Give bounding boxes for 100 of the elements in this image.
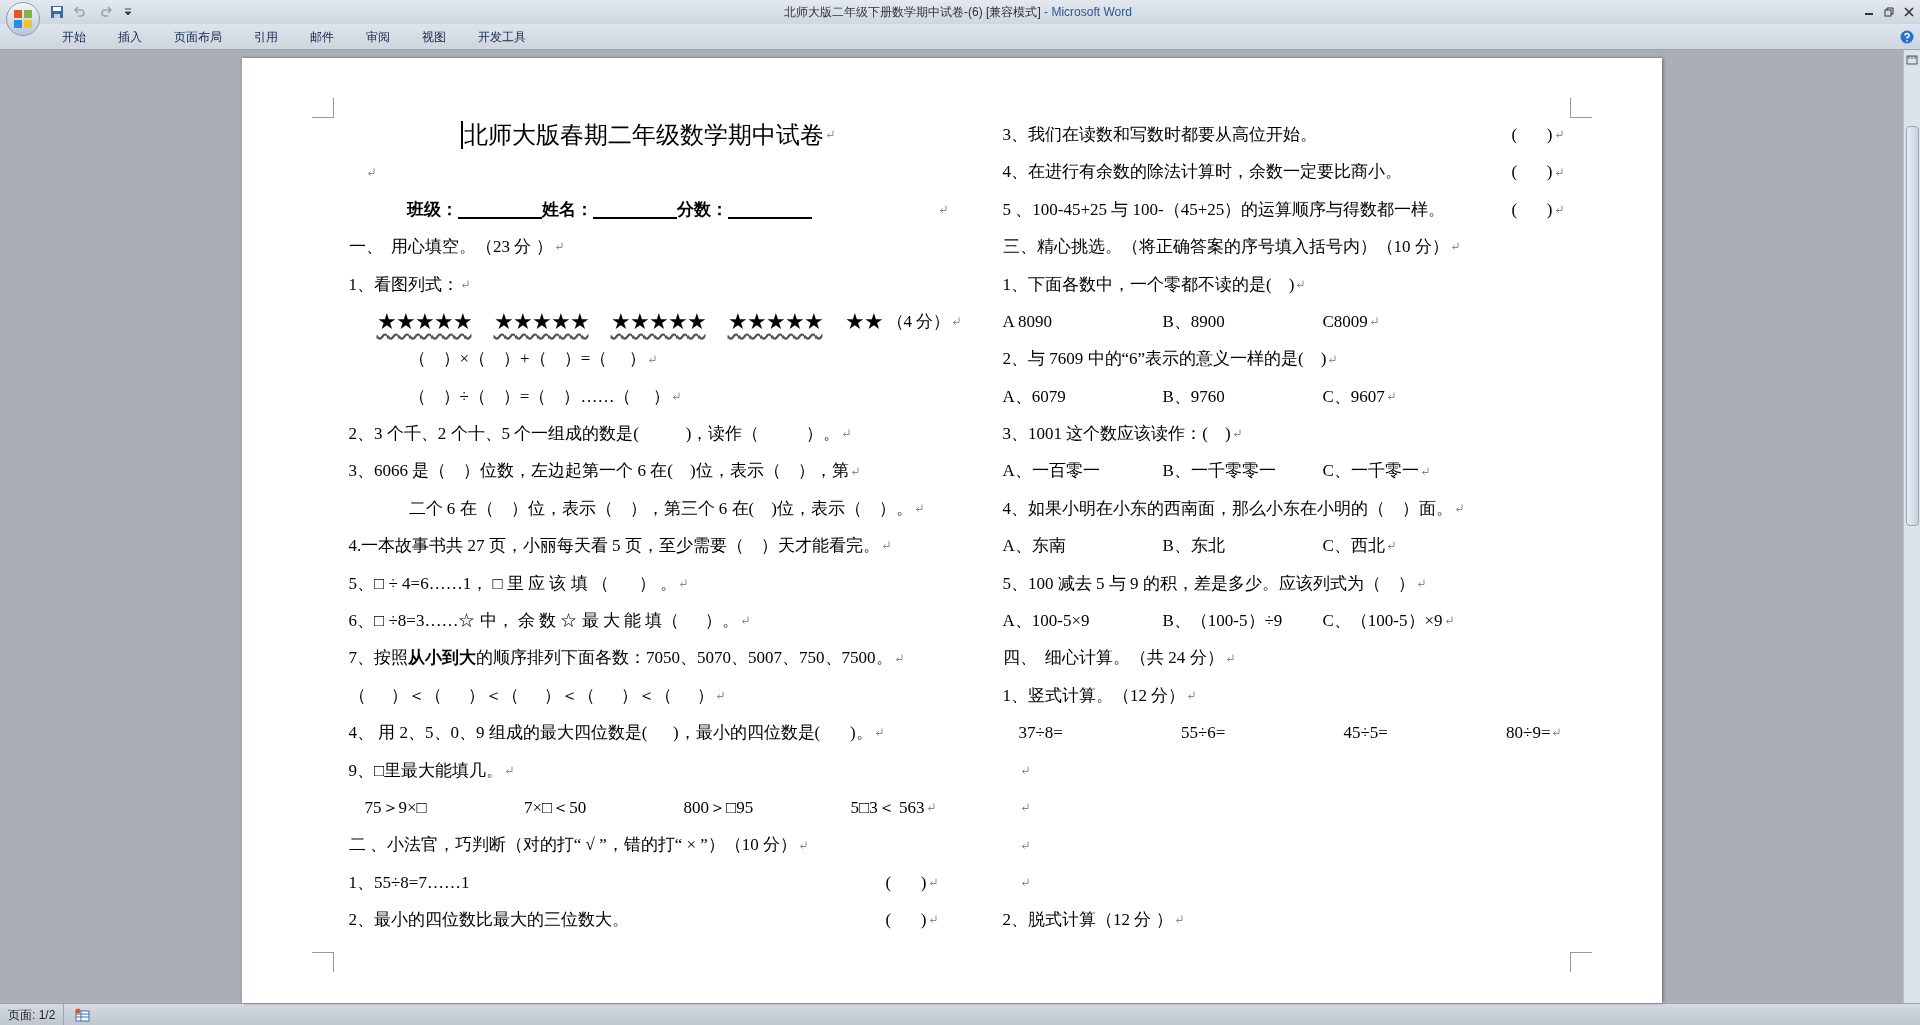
paragraph-mark-icon	[1369, 317, 1378, 327]
paragraph-mark-icon	[894, 653, 903, 663]
paragraph-mark-icon	[799, 840, 808, 850]
macro-record-icon[interactable]	[74, 1007, 91, 1022]
paragraph-mark-icon	[1296, 279, 1305, 289]
paragraph-mark-icon	[914, 504, 923, 514]
paragraph-mark-icon	[850, 466, 859, 476]
crop-mark	[311, 952, 334, 972]
question-text: 三、精心挑选。（将正确答案的序号填入括号内）（10 分）	[1002, 236, 1449, 259]
question-text: 四、 细心计算。（共 24 分）	[1002, 647, 1224, 670]
paragraph-mark-icon	[1225, 653, 1234, 663]
question-text: 1、55÷8=7……1	[348, 871, 470, 894]
office-logo-icon	[13, 9, 33, 29]
math-expression: 80÷9=	[1506, 720, 1561, 746]
paragraph-mark-icon	[671, 391, 680, 401]
question-text: 4、在进行有余数的除法计算时，余数一定要比商小。	[1002, 161, 1402, 184]
star-row-text: ★★	[844, 308, 883, 337]
paragraph-mark-icon	[1020, 840, 1029, 850]
paragraph-mark-icon	[1552, 728, 1561, 738]
answer-option: B、一千零零一	[1162, 458, 1323, 484]
paragraph-mark-icon	[505, 765, 514, 775]
question-text: 4.一本故事书共 27 页，小丽每天看 5 页，至少需要（ ）天才能看完。	[348, 535, 880, 558]
paragraph-mark-icon	[1386, 541, 1395, 551]
vertical-scrollbar[interactable]	[1903, 50, 1920, 1003]
crop-mark	[311, 98, 334, 118]
star-row-text: ★★★★★	[727, 308, 823, 337]
ribbon-tab[interactable]: 审阅	[356, 25, 400, 48]
star-row-text: ★★★★★	[376, 308, 472, 337]
paragraph-mark-icon	[1554, 130, 1563, 140]
answer-brackets: ( )	[1511, 123, 1553, 146]
question-text: 6、□ ÷8=3……☆ 中， 余 数 ☆ 最 大 能 填（ ）。	[348, 610, 739, 632]
ribbon-tab[interactable]: 插入	[108, 25, 152, 48]
star-row-text: ★★★★★	[610, 308, 706, 337]
answer-option: A、6079	[1002, 383, 1163, 410]
question-text: （ ）＜（ ）＜（ ）＜（ ）＜（ ）	[348, 684, 714, 707]
answer-option: B、8900	[1162, 308, 1323, 335]
paragraph-mark-icon	[928, 915, 937, 925]
paragraph-mark-icon	[1416, 578, 1425, 588]
answer-option: B、（100-5）÷9	[1162, 608, 1323, 634]
ribbon-tab[interactable]: 开始	[52, 25, 96, 48]
help-icon[interactable]	[1900, 29, 1914, 44]
office-button[interactable]	[6, 2, 40, 36]
question-text: 二个 6 在（ ）位，表示（ ），第三个 6 在( )位，表示（ ）。	[408, 497, 913, 520]
paragraph-mark-icon	[1187, 691, 1196, 701]
paragraph-mark-icon	[952, 317, 961, 327]
ribbon-tab[interactable]: 开发工具	[468, 25, 536, 48]
paragraph-mark-icon	[647, 354, 656, 364]
question-text: 2、3 个千、2 个十、5 个一组成的数是( )，读作（ ）。	[348, 423, 841, 446]
ribbon-tab[interactable]: 页面布局	[164, 25, 232, 48]
math-expression: 7×□＜50	[524, 796, 587, 819]
question-text: （ ）÷（ ）=（ ）……（ ）	[408, 385, 670, 408]
customize-caret-icon[interactable]	[124, 8, 132, 16]
answer-option: C、一千零一	[1322, 458, 1483, 484]
paragraph-mark-icon	[825, 130, 834, 140]
paragraph-mark-icon	[1386, 391, 1395, 401]
math-expression: 45÷5=	[1343, 722, 1388, 745]
fill-in-line[interactable]	[457, 216, 542, 220]
window-title: 北师大版二年级下册数学期中试卷-(6) [兼容模式] - Microsoft Word	[784, 4, 1132, 21]
question-text: 2、最小的四位数比最大的三位数大。	[348, 909, 629, 932]
crop-mark	[1569, 98, 1592, 118]
question-text: 1、下面各数中，一个零都不读的是( )	[1002, 273, 1295, 296]
fill-in-line[interactable]	[727, 216, 812, 220]
paragraph-mark-icon	[1420, 466, 1429, 476]
paragraph-mark-icon	[1020, 878, 1029, 887]
answer-option: C8009	[1322, 308, 1483, 335]
paragraph-mark-icon	[881, 541, 890, 551]
question-text: 1、竖式计算。（12 分）	[1002, 684, 1186, 707]
save-icon[interactable]	[50, 5, 64, 19]
answer-option: C、9607	[1322, 383, 1483, 410]
answer-option: B、东北	[1162, 533, 1323, 559]
document-title: 北师大版春期二年级数学期中试卷	[463, 120, 824, 150]
question-text: 4、如果小明在小东的西南面，那么小东在小明的（ ）面。	[1002, 497, 1453, 520]
paragraph-mark-icon	[1174, 915, 1183, 925]
answer-option: A 8090	[1002, 308, 1163, 335]
page-indicator[interactable]: 页面: 1/2	[0, 1004, 65, 1025]
ribbon-tab[interactable]: 引用	[244, 25, 288, 48]
fill-in-line[interactable]	[592, 216, 677, 220]
question-text: 5、100 减去 5 与 9 的积，差是多少。应该列式为（ ）	[1002, 572, 1415, 595]
paragraph-mark-icon	[461, 279, 469, 289]
paragraph-mark-icon	[740, 616, 749, 626]
ruler-toggle-icon[interactable]	[1906, 54, 1918, 66]
math-expression: 5□3＜ 563	[850, 794, 935, 821]
paragraph-mark-icon	[842, 429, 851, 439]
score-note: （4 分）	[886, 310, 951, 333]
answer-brackets: ( )	[885, 871, 927, 894]
question-text: 5、□ ÷ 4=6……1， □ 里 应 该 填 （ ） 。	[348, 572, 677, 595]
answer-brackets: ( )	[1511, 161, 1553, 184]
paragraph-mark-icon	[1020, 765, 1029, 775]
paragraph-mark-icon	[1455, 504, 1463, 514]
question-text: 3、我们在读数和写数时都要从高位开始。	[1002, 123, 1317, 146]
paragraph-mark-icon	[926, 803, 935, 813]
question-text: 3、6066 是（ ）位数，左边起第一个 6 在( )位，表示（ ），第	[348, 460, 849, 483]
close-icon[interactable]	[1904, 7, 1914, 17]
ribbon-tab[interactable]: 邮件	[300, 25, 344, 48]
scroll-thumb[interactable]	[1905, 126, 1919, 526]
paragraph-mark-icon	[874, 728, 883, 738]
ribbon-tab[interactable]: 视图	[412, 25, 456, 48]
restore-icon[interactable]	[1884, 7, 1894, 17]
answer-option: B、9760	[1162, 383, 1323, 410]
paragraph-mark-icon	[1554, 167, 1563, 177]
